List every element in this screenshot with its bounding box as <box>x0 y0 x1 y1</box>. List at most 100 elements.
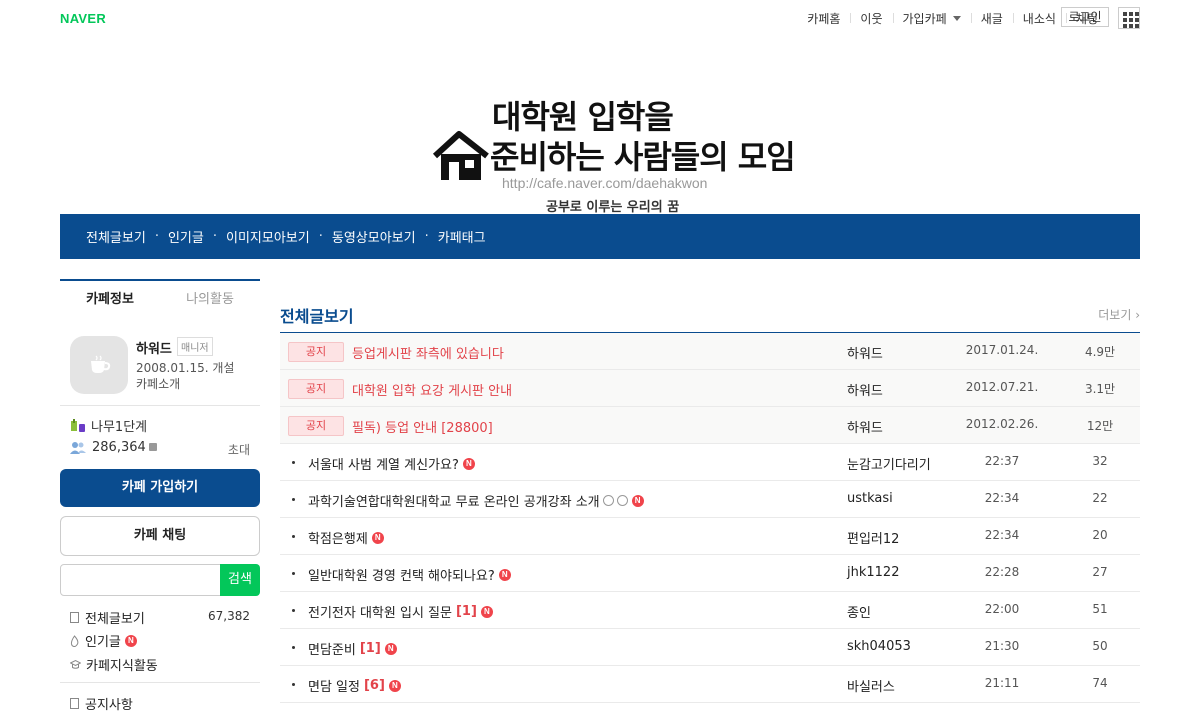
coffee-cup-icon <box>91 355 111 373</box>
tree-level-icon <box>70 418 86 433</box>
article-title[interactable]: 필독) 등업 안내 [28800] <box>352 417 493 436</box>
menu-tags[interactable]: 카페태그 <box>438 227 486 246</box>
article-title[interactable]: 등업게시판 좌측에 있습니다 <box>352 343 504 362</box>
article-views: 3.1만 <box>1084 382 1116 396</box>
article-row[interactable]: 전기전자 대학원 입시 질문 [1] N 종인 22:00 51 <box>280 592 1140 629</box>
article-list: 공지 등업게시판 좌측에 있습니다 하워드 2017.01.24. 4.9만 공… <box>280 332 1140 703</box>
gnb-neighbors[interactable]: 이웃 <box>850 10 892 27</box>
new-badge-icon: N <box>498 568 511 581</box>
article-title-text: 서울대 사범 계열 계신가요? <box>308 458 459 473</box>
article-author[interactable]: 편입러12 <box>847 528 899 547</box>
menu-videos[interactable]: 동영상모아보기 <box>332 227 416 246</box>
tab-cafe-info[interactable]: 카페정보 <box>60 281 160 319</box>
article-views: 4.9만 <box>1084 345 1116 359</box>
gnb-my-news[interactable]: 내소식 <box>1012 10 1066 27</box>
comment-count[interactable]: [1] <box>360 641 381 656</box>
article-title[interactable]: 대학원 입학 요강 게시판 안내 <box>352 380 512 399</box>
article-author[interactable]: 하워드 <box>847 417 883 436</box>
article-title[interactable]: 과학기술연합대학원대학교 무료 온라인 공개강좌 소개 N <box>308 491 644 510</box>
bullet <box>292 461 295 464</box>
sidebar-item-label: 공지사항 <box>85 698 133 713</box>
bullet <box>292 646 295 649</box>
banner-url: http://cafe.naver.com/daehakwon <box>502 175 708 191</box>
join-cafe-button[interactable]: 카페 가입하기 <box>60 469 260 507</box>
naver-logo[interactable]: NAVER <box>60 11 106 26</box>
banner-slogan: 공부로 이루는 우리의 꿈 <box>546 200 680 215</box>
comment-count[interactable]: [6] <box>364 678 385 693</box>
gnb-cafe-home[interactable]: 카페홈 <box>797 10 850 27</box>
sidebar-item-knowledge[interactable]: 카페지식활동 <box>70 655 158 674</box>
article-views: 27 <box>1092 565 1108 579</box>
cafe-menu-bar: 전체글보기 · 인기글 · 이미지모아보기 · 동영상모아보기 · 카페태그 <box>60 214 1140 259</box>
more-link[interactable]: 더보기 › <box>1098 306 1140 323</box>
article-title-text: 일반대학원 경영 컨택 해야되나요? <box>308 569 495 584</box>
member-count[interactable]: 286,364 <box>70 440 157 455</box>
manager-avatar[interactable] <box>70 336 128 394</box>
board-title: 전체글보기 <box>280 307 354 326</box>
login-button[interactable]: 로그인 <box>1061 7 1109 27</box>
invite-link[interactable]: 초대 <box>228 441 250 458</box>
article-title-text: 학점은행제 <box>308 532 368 547</box>
graduation-cap-icon <box>70 659 81 669</box>
new-badge-icon: N <box>462 457 475 470</box>
article-author[interactable]: 하워드 <box>847 343 883 362</box>
article-date: 22:37 <box>984 454 1020 468</box>
sidebar-item-all-posts[interactable]: 전체글보기 <box>70 608 145 627</box>
document-icon <box>70 612 79 623</box>
menu-all-posts[interactable]: 전체글보기 <box>86 227 146 246</box>
cafe-chat-button[interactable]: 카페 채팅 <box>60 516 260 556</box>
article-title[interactable]: 학점은행제 N <box>308 528 384 547</box>
new-badge-icon: N <box>384 642 397 655</box>
cafe-level-label: 나무1단계 <box>91 420 148 435</box>
cafe-intro-link[interactable]: 카페소개 <box>136 375 180 392</box>
article-row[interactable]: 과학기술연합대학원대학교 무료 온라인 공개강좌 소개 N ustkasi 22:… <box>280 481 1140 518</box>
article-title[interactable]: 서울대 사범 계열 계신가요? N <box>308 454 475 473</box>
article-author[interactable]: 종인 <box>847 602 871 621</box>
cafe-search: 검색 <box>60 564 260 596</box>
article-author[interactable]: 눈감고기다리기 <box>847 454 931 473</box>
notice-badge: 공지 <box>288 379 344 399</box>
article-date: 22:34 <box>984 528 1020 542</box>
menu-images[interactable]: 이미지모아보기 <box>226 227 310 246</box>
new-badge-icon: N <box>371 531 384 544</box>
manager-name[interactable]: 하워드 <box>136 338 172 357</box>
sidebar-item-notices[interactable]: 공지사항 <box>70 694 133 713</box>
article-date: 21:11 <box>984 676 1020 690</box>
article-views: 50 <box>1092 639 1108 653</box>
article-row[interactable]: 면담 일정 [6] N 바실러스 21:11 74 <box>280 666 1140 703</box>
notice-row[interactable]: 공지 대학원 입학 요강 게시판 안내 하워드 2012.07.21. 3.1만 <box>280 370 1140 407</box>
article-title[interactable]: 면담 일정 [6] N <box>308 676 401 695</box>
article-author[interactable]: 하워드 <box>847 380 883 399</box>
article-row[interactable]: 면담준비 [1] N skh04053 21:30 50 <box>280 629 1140 666</box>
tab-my-activity[interactable]: 나의활동 <box>160 281 260 319</box>
bullet <box>292 498 295 501</box>
search-input[interactable] <box>60 564 221 596</box>
gnb-new-posts[interactable]: 새글 <box>970 10 1013 27</box>
article-author[interactable]: 바실러스 <box>847 676 895 695</box>
cafe-banner[interactable]: 대학원 입학을 준비하는 사람들의 모임 http://cafe.naver.c… <box>0 36 1200 215</box>
article-title[interactable]: 면담준비 [1] N <box>308 639 397 658</box>
sidebar-item-popular[interactable]: 인기글 N <box>70 631 137 650</box>
notice-row[interactable]: 공지 등업게시판 좌측에 있습니다 하워드 2017.01.24. 4.9만 <box>280 333 1140 370</box>
global-nav: NAVER 카페홈 이웃 가입카페 새글 내소식 채팅 로그인 <box>0 0 1200 36</box>
article-title[interactable]: 일반대학원 경영 컨택 해야되나요? N <box>308 565 511 584</box>
article-row[interactable]: 학점은행제 N 편입러12 22:34 20 <box>280 518 1140 555</box>
article-author[interactable]: skh04053 <box>847 639 911 654</box>
notice-row[interactable]: 공지 필독) 등업 안내 [28800] 하워드 2012.02.26. 12만 <box>280 407 1140 444</box>
article-date: 22:00 <box>984 602 1020 616</box>
search-button[interactable]: 검색 <box>220 564 260 596</box>
article-author[interactable]: jhk1122 <box>847 565 899 580</box>
article-views: 20 <box>1092 528 1108 542</box>
article-title[interactable]: 전기전자 대학원 입시 질문 [1] N <box>308 602 493 621</box>
article-row[interactable]: 서울대 사범 계열 계신가요? N 눈감고기다리기 22:37 32 <box>280 444 1140 481</box>
comment-count[interactable]: [1] <box>456 604 477 619</box>
divider <box>60 682 260 683</box>
app-grid-icon[interactable] <box>1118 7 1140 29</box>
lock-icon <box>148 442 157 451</box>
more-link-label: 더보기 <box>1098 308 1132 322</box>
menu-popular[interactable]: 인기글 <box>168 227 204 246</box>
article-row[interactable]: 일반대학원 경영 컨택 해야되나요? N jhk1122 22:28 27 <box>280 555 1140 592</box>
document-icon <box>70 698 79 709</box>
article-author[interactable]: ustkasi <box>847 491 893 506</box>
gnb-joined-cafes[interactable]: 가입카페 <box>892 10 971 27</box>
